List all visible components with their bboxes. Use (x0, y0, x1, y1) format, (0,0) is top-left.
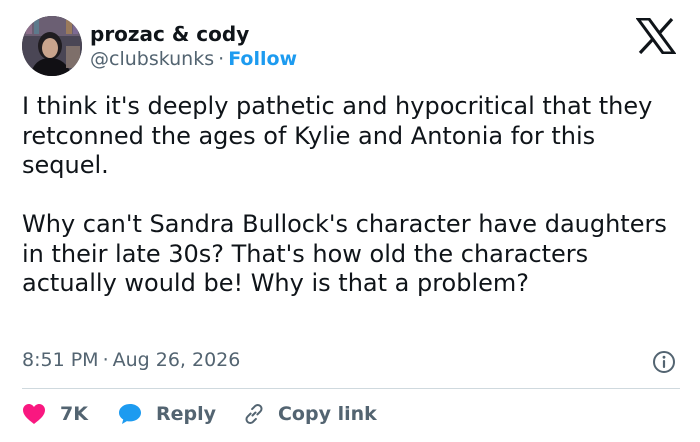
tweet-time: 8:51 PM (22, 349, 99, 371)
link-icon (245, 403, 263, 425)
like-count: 7K (60, 403, 88, 425)
handle-separator: · (218, 48, 225, 70)
info-icon[interactable] (652, 350, 676, 374)
divider (22, 388, 680, 389)
tweet-date: Aug 26, 2026 (112, 349, 241, 371)
reply-label: Reply (155, 403, 216, 425)
speech-bubble-icon (118, 404, 141, 424)
user-handle[interactable]: @clubskunks (90, 48, 214, 70)
x-logo-icon[interactable] (635, 17, 677, 55)
tweet-paragraph: I think it's deeply pathetic and hypocri… (22, 92, 653, 179)
tweet-text: I think it's deeply pathetic and hypocri… (22, 92, 682, 299)
follow-button[interactable]: Follow (228, 48, 297, 70)
like-button[interactable]: 7K (22, 403, 88, 425)
heart-icon (23, 404, 45, 424)
action-bar: 7K Reply Copy link (22, 400, 377, 428)
timestamp[interactable]: 8:51 PM · Aug 26, 2026 (22, 349, 240, 371)
avatar[interactable] (22, 16, 82, 76)
handle-row: @clubskunks · Follow (90, 48, 297, 70)
tweet-card: prozac & cody @clubskunks · Follow I think… (0, 0, 700, 442)
display-name[interactable]: prozac & cody (90, 22, 249, 46)
copy-link-button[interactable]: Copy link (242, 402, 377, 426)
copy-link-label: Copy link (277, 403, 377, 425)
timestamp-separator: · (102, 349, 109, 371)
tweet-paragraph: Why can't Sandra Bullock's character hav… (22, 210, 667, 297)
reply-button[interactable]: Reply (118, 403, 216, 425)
